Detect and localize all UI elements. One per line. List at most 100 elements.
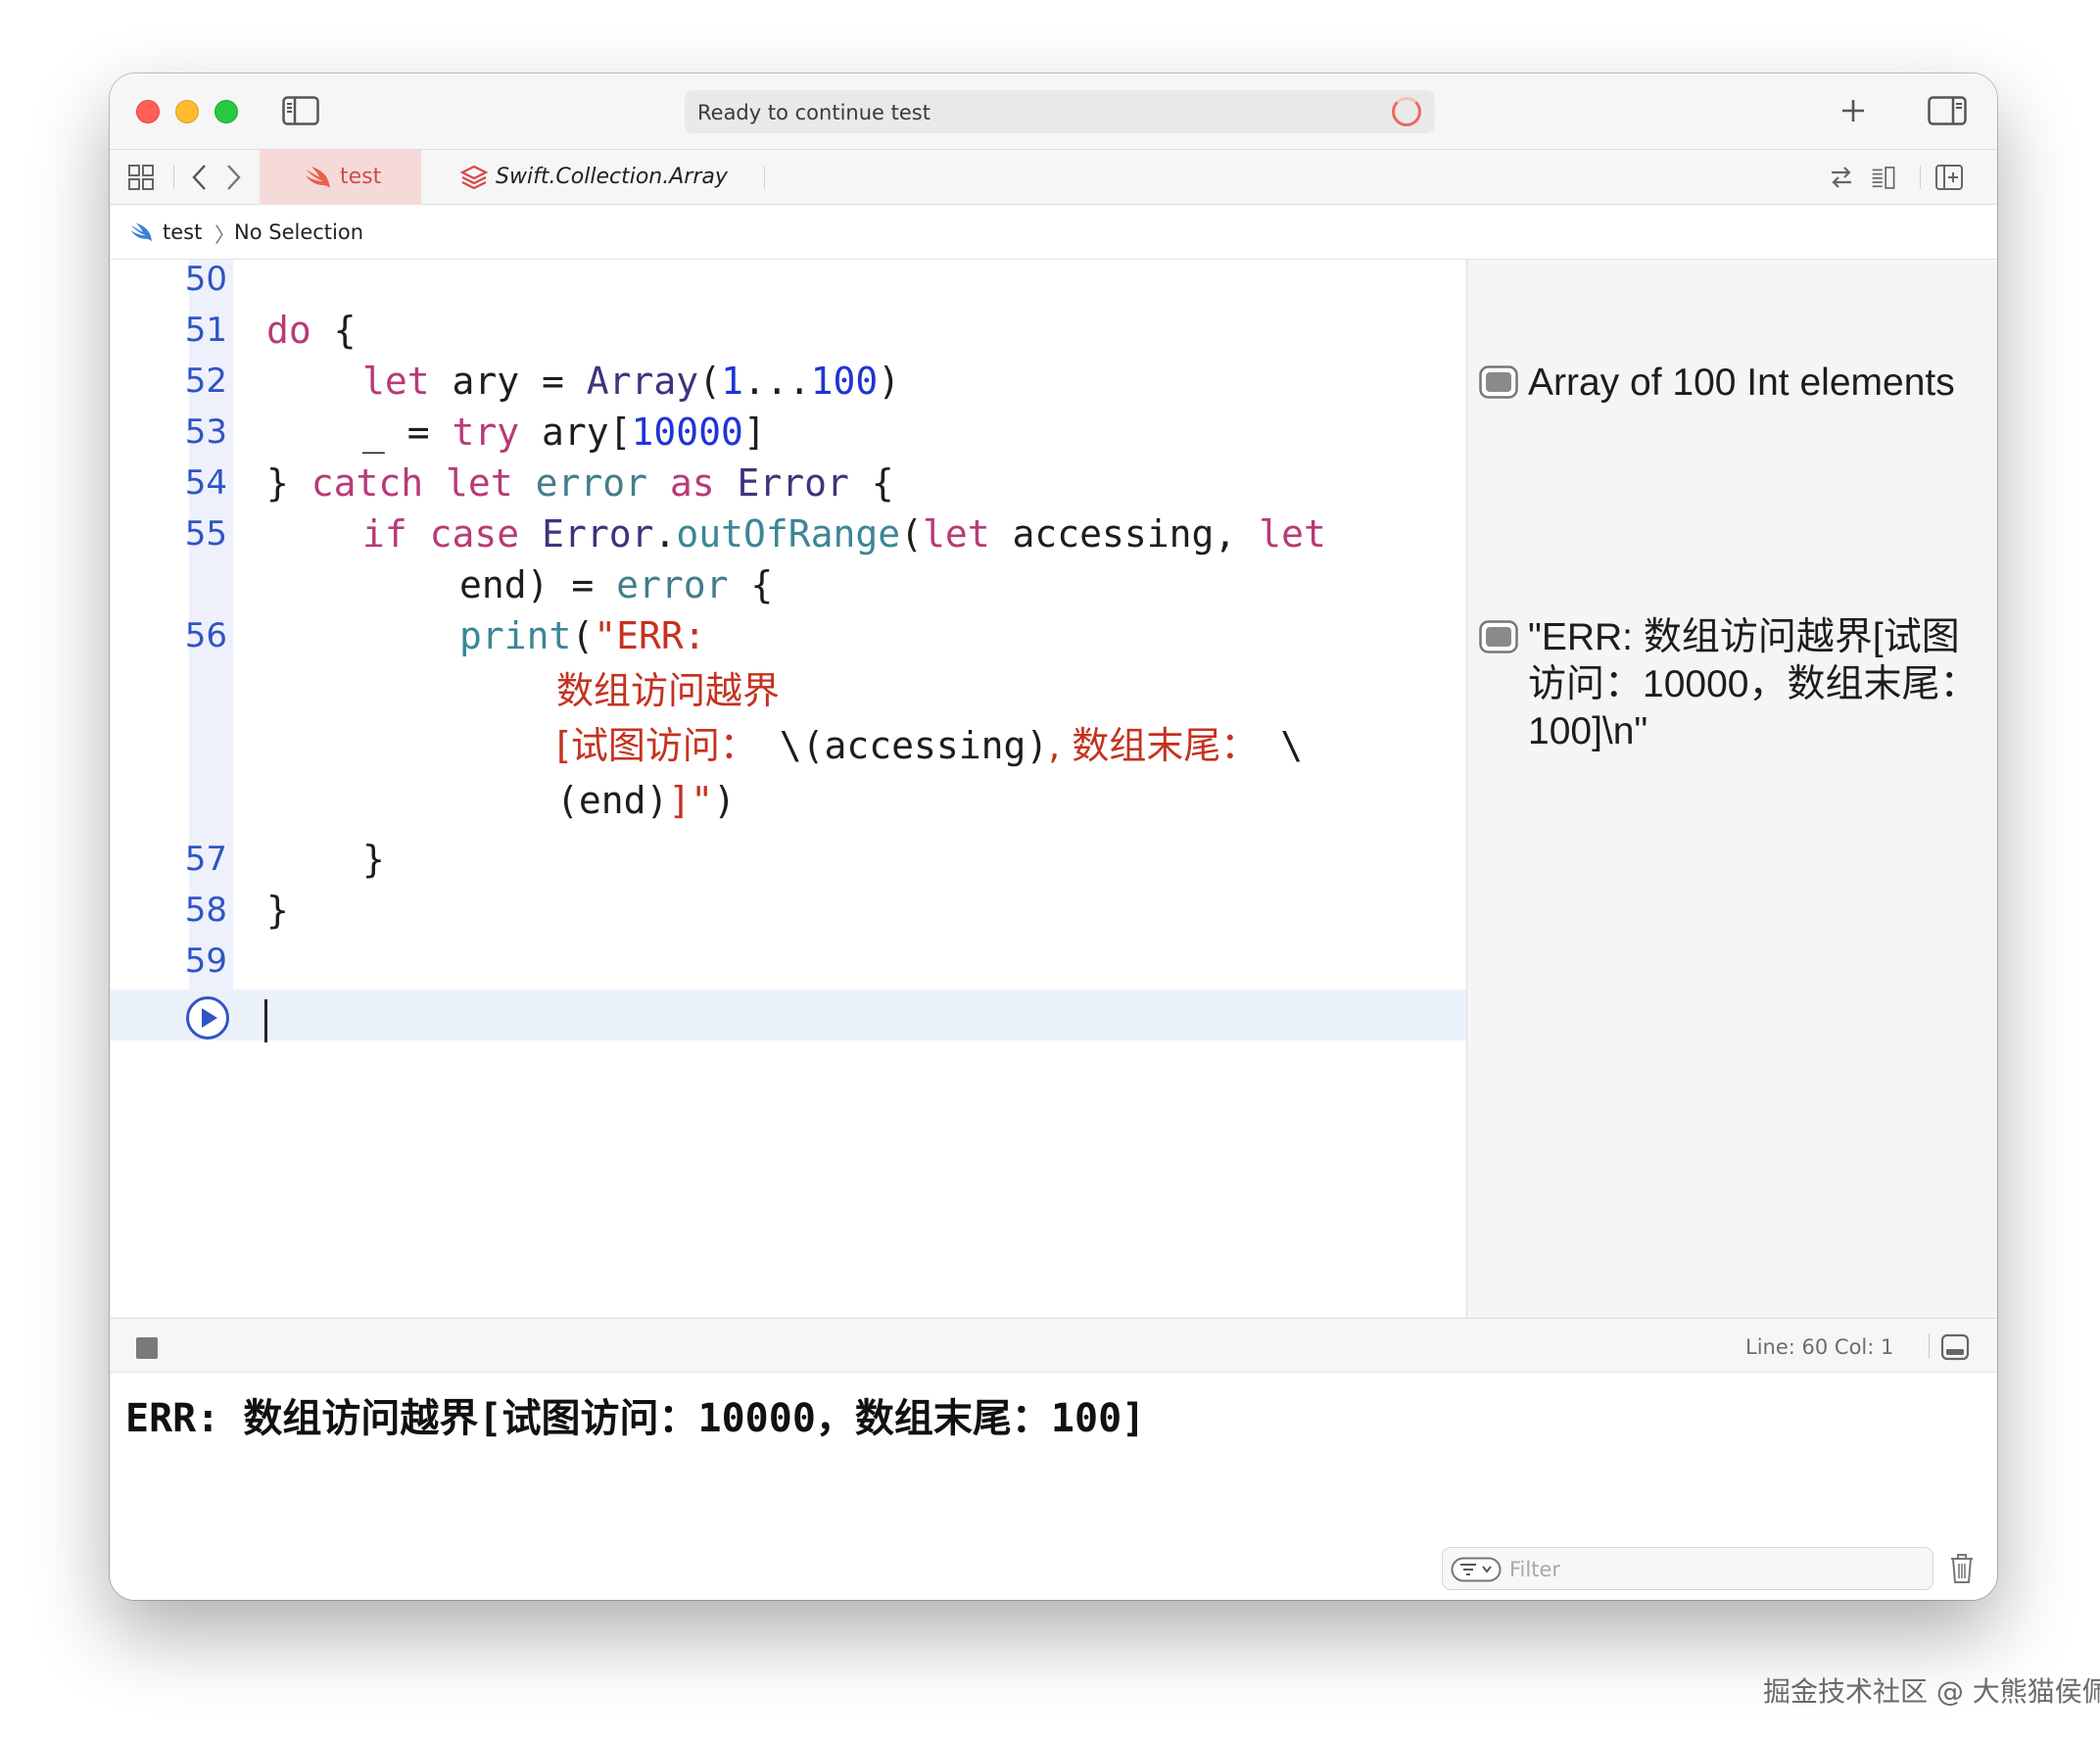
line-number[interactable]: 56 (168, 616, 227, 655)
code-token: ( (900, 512, 924, 556)
console-filter (1442, 1547, 1933, 1590)
code-line: } catch let error as Error { (266, 460, 894, 506)
breadcrumb-separator: 〉 (215, 223, 235, 247)
watermark: 掘金技术社区 @ 大熊猫侯佩 (1763, 1675, 2100, 1708)
close-window-button[interactable] (136, 100, 160, 123)
code-token: accessing, (989, 512, 1260, 556)
code-line: } (362, 838, 385, 881)
debug-divider (1929, 1333, 1930, 1359)
code-token: Array (586, 360, 699, 403)
line-number[interactable]: 53 (168, 412, 227, 452)
quick-look-icon[interactable] (1479, 365, 1518, 399)
line-number[interactable]: 50 (168, 260, 227, 299)
code-token: ( (571, 614, 595, 657)
line-number[interactable]: 58 (168, 891, 227, 930)
breadcrumb-selection[interactable]: No Selection (234, 220, 363, 244)
line-number[interactable]: 55 (168, 514, 227, 554)
code-token: let (446, 461, 513, 505)
code-token: outOfRange (676, 512, 901, 556)
minimize-window-button[interactable] (175, 100, 199, 123)
filter-icon[interactable] (1451, 1557, 1502, 1582)
code-token: Error (737, 461, 849, 505)
console-toggle-icon[interactable] (1940, 1332, 1970, 1362)
line-number[interactable]: 54 (168, 463, 227, 503)
related-items-icon[interactable] (1826, 162, 1857, 193)
code-token: try (452, 411, 520, 454)
code-token: catch (310, 461, 424, 505)
trash-icon[interactable] (1948, 1552, 1976, 1585)
code-token: "ERR: (594, 614, 706, 657)
editor-options-icon[interactable] (1871, 162, 1902, 193)
code-token: ... (742, 360, 811, 403)
line-number[interactable]: 57 (168, 840, 227, 879)
console-area[interactable]: ERR: 数组访问越界[试图访问：10000，数组末尾：100] (110, 1373, 1997, 1600)
tab-swift-collection-array-label: Swift.Collection.Array (496, 165, 728, 189)
code-line: 数组访问越界 (556, 668, 780, 713)
code-token: ) (713, 779, 737, 822)
xcode-window: Ready to continue test test Swift.Collec… (110, 73, 1997, 1600)
quick-look-icon[interactable] (1479, 620, 1518, 653)
console-output: ERR: 数组访问越界[试图访问：10000，数组末尾：100] (125, 1396, 1146, 1441)
code-token: let (1259, 512, 1326, 556)
swift-icon (130, 222, 153, 242)
grid-icon[interactable] (126, 162, 158, 193)
code-token: let (362, 360, 430, 403)
add-library-icon[interactable] (1836, 93, 1871, 128)
code-token: (end) (556, 779, 669, 822)
code-token: print (459, 614, 572, 657)
code-line: _ = try ary[10000] (362, 410, 766, 455)
swift-icon (306, 167, 330, 188)
code-line: [试图访问： \(accessing), 数组末尾： \ (556, 723, 1303, 768)
line-number[interactable]: 51 (168, 311, 227, 350)
breadcrumb-project[interactable]: test (163, 220, 202, 244)
zoom-window-button[interactable] (215, 100, 238, 123)
add-editor-icon[interactable] (1933, 162, 1965, 193)
code-token: ( (698, 360, 722, 403)
code-token: { (848, 461, 894, 505)
code-token: ary[ (519, 411, 632, 454)
code-line: let ary = Array(1...100) (362, 359, 900, 404)
tab-test[interactable]: test (260, 150, 421, 205)
cursor-position: Line: 60 Col: 1 (1745, 1335, 1894, 1359)
result-text: "ERR: 数组访问越界[试图访问：10000，数组末尾：100]\n" (1528, 616, 1979, 752)
code-token: case (429, 512, 520, 556)
code-line: } (266, 889, 289, 932)
tab-divider (1920, 166, 1921, 189)
stack-icon (460, 165, 488, 190)
line-number[interactable]: 52 (168, 362, 227, 401)
code-token: if (362, 512, 407, 556)
results-sidebar: Array of 100 Int elements "ERR: 数组访问越界[试… (1466, 260, 1997, 1318)
inspector-toggle-icon[interactable] (1928, 96, 1967, 125)
stop-icon[interactable] (136, 1337, 158, 1359)
navigator-toggle-icon[interactable] (282, 96, 319, 125)
code-token: ]" (668, 779, 714, 822)
code-token: 10000 (631, 411, 743, 454)
code-line: if case Error.outOfRange(let accessing, … (362, 511, 1326, 556)
tab-test-label: test (340, 165, 382, 189)
code-token: as (669, 461, 715, 505)
code-token: , 数组末尾： (1048, 724, 1259, 767)
filter-input[interactable] (1509, 1555, 1921, 1584)
code-token: error (616, 563, 729, 606)
current-line-highlight (110, 990, 1466, 1040)
code-token: 1 (721, 360, 743, 403)
code-editor[interactable]: 50 51 52 53 54 55 56 57 58 59 do { let a… (110, 260, 1466, 1318)
line-number[interactable]: 59 (168, 942, 227, 981)
tab-swift-collection-array[interactable]: Swift.Collection.Array (460, 150, 774, 205)
code-token: [试图访问： (556, 724, 757, 767)
code-token: do (266, 309, 311, 352)
forward-chevron-icon[interactable] (217, 162, 249, 193)
text-cursor (264, 999, 267, 1042)
tab-bar: test Swift.Collection.Array (110, 150, 1997, 205)
code-line: (end)]") (556, 778, 736, 823)
back-chevron-icon[interactable] (184, 162, 215, 193)
code-token: { (310, 309, 357, 352)
code-line: do { (266, 308, 357, 353)
code-token: \(accessing) (756, 724, 1049, 767)
run-playground-icon[interactable] (185, 995, 230, 1040)
